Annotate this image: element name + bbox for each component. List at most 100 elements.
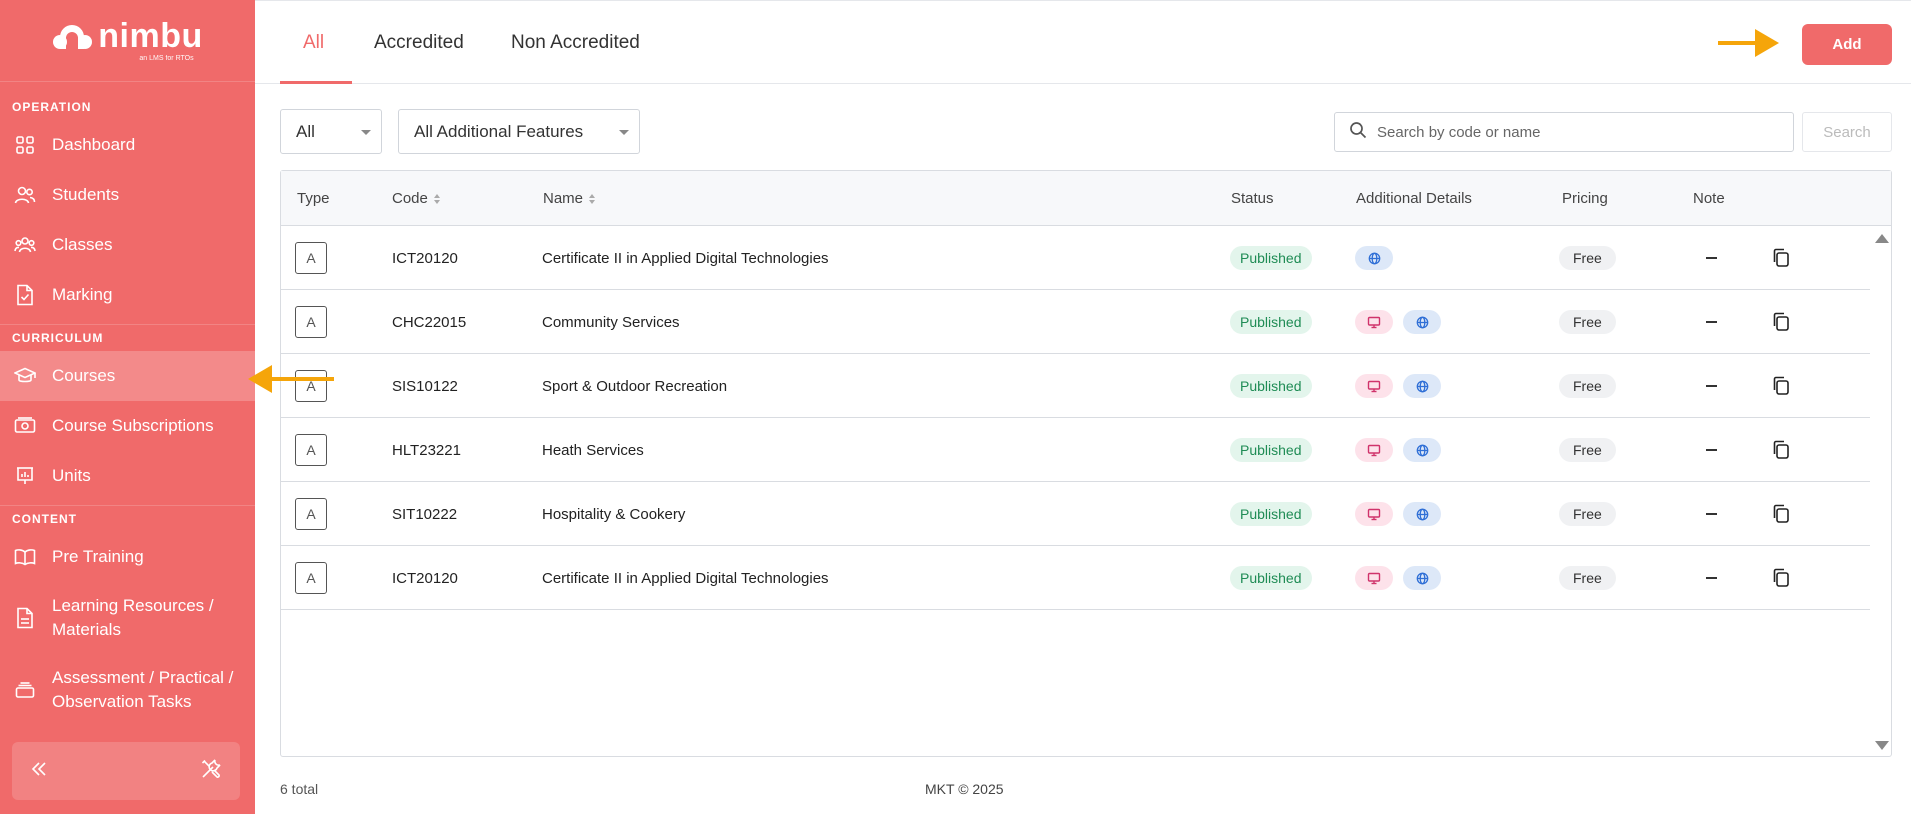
copy-icon[interactable] — [1771, 290, 1791, 354]
monitor-icon — [1355, 566, 1393, 590]
search-field[interactable] — [1334, 112, 1794, 152]
copy-icon[interactable] — [1771, 226, 1791, 290]
total-count: 6 total — [280, 781, 319, 797]
status-cell: Published — [1230, 354, 1312, 418]
grid-icon — [14, 134, 36, 156]
active-tab-indicator — [280, 81, 352, 84]
search-input[interactable] — [1377, 123, 1777, 141]
tools-icon[interactable] — [200, 758, 222, 785]
status-cell: Published — [1230, 290, 1312, 354]
status-cell: Published — [1230, 418, 1312, 482]
sidebar-item-label: Pre Training — [52, 547, 144, 566]
sidebar-item-units[interactable]: Units — [0, 451, 255, 501]
sidebar-item-label: Course Subscriptions — [52, 416, 214, 435]
type-cell: A — [295, 354, 327, 418]
main-content: All Accredited Non Accredited Add All Al… — [255, 0, 1911, 814]
sidebar-item-label: Assessment / Practical / Observation Tas… — [52, 668, 234, 711]
type-badge: A — [295, 306, 327, 338]
globe-icon — [1403, 566, 1441, 590]
users-icon — [14, 184, 36, 206]
copy-icon[interactable] — [1771, 354, 1791, 418]
copy-icon[interactable] — [1771, 546, 1791, 610]
sidebar-item-learning-resources[interactable]: Learning Resources / Materials — [0, 582, 255, 654]
table-row[interactable]: A HLT23221 Heath Services Published Free — [281, 418, 1870, 482]
additional-details-cell — [1355, 546, 1451, 610]
table-row[interactable]: A ICT20120 Certificate II in Applied Digit… — [281, 226, 1870, 290]
search-icon — [1349, 121, 1367, 144]
tab-all[interactable]: All — [303, 1, 324, 84]
column-header-additional-details: Additional Details — [1356, 190, 1472, 207]
status-cell: Published — [1230, 482, 1312, 546]
column-header-note: Note — [1693, 190, 1725, 207]
note-cell — [1706, 226, 1717, 290]
sidebar-item-dashboard[interactable]: Dashboard — [0, 120, 255, 170]
note-dash — [1706, 321, 1717, 323]
features-filter-select[interactable]: All Additional Features — [398, 109, 640, 154]
annotation-arrow-courses — [270, 377, 334, 381]
pricing-cell: Free — [1559, 482, 1616, 546]
scrollbar[interactable] — [1869, 226, 1891, 756]
type-filter-select[interactable]: All — [280, 109, 382, 154]
sidebar-item-marking[interactable]: Marking — [0, 270, 255, 320]
name-cell[interactable]: Certificate II in Applied Digital Techno… — [542, 226, 829, 290]
status-cell: Published — [1230, 226, 1312, 290]
note-dash — [1706, 577, 1717, 579]
tab-non-accredited[interactable]: Non Accredited — [511, 1, 640, 84]
sidebar-item-label: Courses — [52, 366, 116, 385]
type-cell: A — [295, 418, 327, 482]
sidebar-item-label: Students — [52, 185, 120, 204]
add-button[interactable]: Add — [1802, 24, 1892, 65]
additional-details-cell — [1355, 418, 1451, 482]
pricing-cell: Free — [1559, 546, 1616, 610]
note-dash — [1706, 513, 1717, 515]
column-header-name[interactable]: Name — [543, 171, 596, 226]
sidebar-item-assessment-tasks[interactable]: Assessment / Practical / Observation Tas… — [0, 654, 255, 726]
code-cell: ICT20120 — [392, 569, 458, 587]
presentation-icon — [14, 465, 36, 487]
column-header-status: Status — [1231, 190, 1274, 207]
name-cell[interactable]: Hospitality & Cookery — [542, 482, 685, 546]
name-cell[interactable]: Heath Services — [542, 418, 644, 482]
table-row[interactable]: A SIT10222 Hospitality & Cookery Published F… — [281, 482, 1870, 546]
status-badge: Published — [1230, 438, 1312, 462]
sidebar-item-pre-training[interactable]: Pre Training — [0, 532, 255, 582]
column-header-pricing: Pricing — [1562, 190, 1608, 207]
pricing-cell: Free — [1559, 290, 1616, 354]
chevron-down-icon — [619, 130, 629, 135]
column-header-code[interactable]: Code — [392, 171, 440, 226]
sidebar: nimbu an LMS for RTOs OPERATION Dashboar… — [0, 0, 255, 814]
chevron-down-icon — [361, 130, 371, 135]
table-row[interactable]: A CHC22015 Community Services Published Free — [281, 290, 1870, 354]
logo: nimbu an LMS for RTOs — [0, 0, 255, 82]
copy-icon[interactable] — [1771, 418, 1791, 482]
sidebar-item-label: Classes — [52, 235, 113, 254]
pricing-badge: Free — [1559, 246, 1616, 270]
note-cell — [1706, 546, 1717, 610]
double-chevron-left-icon[interactable] — [30, 761, 48, 782]
pricing-badge: Free — [1559, 374, 1616, 398]
pricing-cell: Free — [1559, 226, 1616, 290]
sidebar-item-students[interactable]: Students — [0, 170, 255, 220]
tab-accredited[interactable]: Accredited — [374, 1, 464, 84]
type-badge: A — [295, 434, 327, 466]
sidebar-item-course-subscriptions[interactable]: Course Subscriptions — [0, 401, 255, 451]
copy-icon[interactable] — [1771, 482, 1791, 546]
type-badge: A — [295, 562, 327, 594]
name-cell[interactable]: Sport & Outdoor Recreation — [542, 354, 727, 418]
table-row[interactable]: A SIS10122 Sport & Outdoor Recreation Publi… — [281, 354, 1870, 418]
monitor-icon — [1355, 310, 1393, 334]
sidebar-item-classes[interactable]: Classes — [0, 220, 255, 270]
status-badge: Published — [1230, 374, 1312, 398]
scroll-up-arrow-icon[interactable] — [1875, 234, 1889, 243]
type-badge: A — [295, 242, 327, 274]
search-button[interactable]: Search — [1802, 112, 1892, 152]
sidebar-item-courses[interactable]: Courses — [0, 351, 255, 401]
globe-icon — [1403, 502, 1441, 526]
name-cell[interactable]: Community Services — [542, 290, 680, 354]
pricing-cell: Free — [1559, 354, 1616, 418]
type-badge: A — [295, 370, 327, 402]
name-cell[interactable]: Certificate II in Applied Digital Techno… — [542, 546, 829, 610]
scroll-down-arrow-icon[interactable] — [1875, 741, 1889, 750]
copyright: MKT © 2025 — [925, 781, 1004, 797]
table-row[interactable]: A ICT20120 Certificate II in Applied Digit… — [281, 546, 1870, 610]
